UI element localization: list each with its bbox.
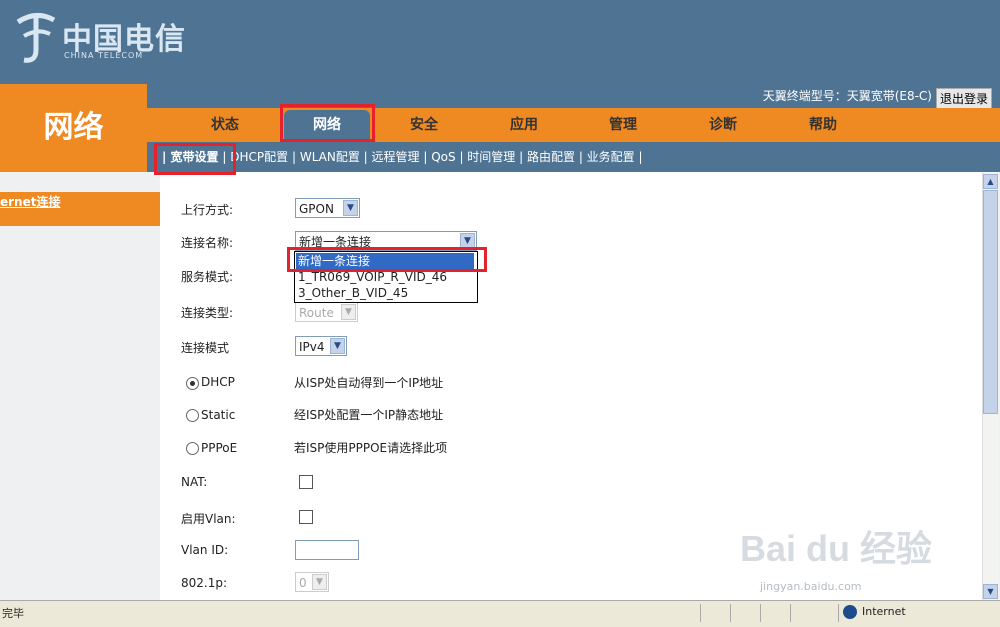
dhcp-label: DHCP — [201, 375, 235, 389]
china-telecom-logo-icon — [16, 13, 56, 63]
vlan-enable-label: 启用Vlan: — [181, 512, 236, 526]
vlan-id-label: Vlan ID: — [181, 543, 229, 557]
status-divider — [730, 604, 731, 622]
tab-security[interactable]: 安全 — [384, 110, 464, 140]
subtab-remote[interactable]: | 远程管理 — [364, 150, 420, 164]
subtab-end-divider: | — [638, 150, 643, 164]
annotation-box-network-tab — [280, 104, 375, 142]
nat-label: NAT: — [181, 475, 208, 489]
dhcp-radio[interactable] — [186, 377, 199, 390]
conn-name-label: 连接名称: — [181, 236, 234, 250]
sidebar-item-label[interactable]: ernet连接 — [0, 193, 60, 210]
chevron-down-icon: ▼ — [312, 574, 327, 590]
pppoe-radio[interactable] — [186, 442, 199, 455]
annotation-box-new-connection — [287, 247, 487, 272]
status-text: 完毕 — [2, 607, 24, 620]
dropdown-option-other[interactable]: 3_Other_B_VID_45 — [296, 285, 474, 301]
8021p-select: 0 ▼ — [295, 572, 329, 592]
status-divider — [700, 604, 701, 622]
conn-mode-select[interactable]: IPv4 ▼ — [295, 336, 347, 356]
scrollbar-thumb[interactable] — [983, 190, 998, 414]
pppoe-description: 若ISP使用PPPOE请选择此项 — [294, 441, 448, 455]
subtab-wlan[interactable]: | WLAN配置 — [292, 150, 360, 164]
dhcp-description: 从ISP处自动得到一个IP地址 — [294, 376, 444, 390]
conn-type-value: Route — [299, 306, 334, 320]
pppoe-label: PPPoE — [201, 441, 238, 455]
subtab-time[interactable]: | 时间管理 — [459, 150, 515, 164]
chevron-down-icon: ▼ — [330, 338, 345, 354]
watermark: Bai du 经验 — [740, 528, 933, 569]
status-divider — [790, 604, 791, 622]
tab-help[interactable]: 帮助 — [783, 110, 863, 140]
scroll-down-icon[interactable]: ▼ — [983, 584, 998, 599]
security-zone-text: Internet — [862, 605, 906, 618]
vlan-enable-checkbox[interactable] — [299, 510, 313, 524]
vlan-id-input[interactable] — [295, 540, 359, 560]
8021p-value: 0 — [299, 576, 307, 590]
static-description: 经ISP处配置一个IP静态地址 — [294, 408, 444, 422]
sidebar — [0, 172, 160, 600]
conn-mode-value: IPv4 — [299, 340, 325, 354]
logout-button[interactable]: 退出登录 — [935, 88, 992, 109]
service-mode-label: 服务模式: — [181, 270, 234, 284]
8021p-label: 802.1p: — [181, 576, 228, 590]
device-model-text: 天翼终端型号：天翼宽带(E8-C) — [762, 89, 932, 103]
uplink-value: GPON — [299, 202, 334, 216]
tab-status[interactable]: 状态 — [185, 110, 265, 140]
subtab-service[interactable]: | 业务配置 — [579, 150, 635, 164]
logo-english-text: CHINA TELECOM — [64, 51, 144, 60]
uplink-select[interactable]: GPON ▼ — [295, 198, 360, 218]
chevron-down-icon: ▼ — [341, 304, 356, 320]
section-title: 网络 — [0, 84, 147, 172]
status-divider — [760, 604, 761, 622]
globe-icon — [843, 605, 857, 619]
watermark-url: jingyan.baidu.com — [760, 580, 862, 593]
status-divider — [838, 604, 839, 622]
main-nav — [147, 108, 1000, 142]
nat-checkbox[interactable] — [299, 475, 313, 489]
conn-type-label: 连接类型: — [181, 306, 234, 320]
static-label: Static — [201, 408, 236, 422]
tab-diagnostics[interactable]: 诊断 — [683, 110, 763, 140]
uplink-label: 上行方式: — [181, 203, 234, 217]
conn-mode-label: 连接模式 — [181, 341, 230, 355]
static-radio[interactable] — [186, 409, 199, 422]
chevron-down-icon: ▼ — [343, 200, 358, 216]
tab-applications[interactable]: 应用 — [484, 110, 564, 140]
scroll-up-icon[interactable]: ▲ — [983, 174, 998, 189]
annotation-box-broadband-tab — [154, 143, 236, 175]
conn-type-select: Route ▼ — [295, 302, 358, 322]
subtab-route[interactable]: | 路由配置 — [519, 150, 575, 164]
tab-management[interactable]: 管理 — [583, 110, 663, 140]
subtab-qos[interactable]: | QoS — [423, 150, 455, 164]
